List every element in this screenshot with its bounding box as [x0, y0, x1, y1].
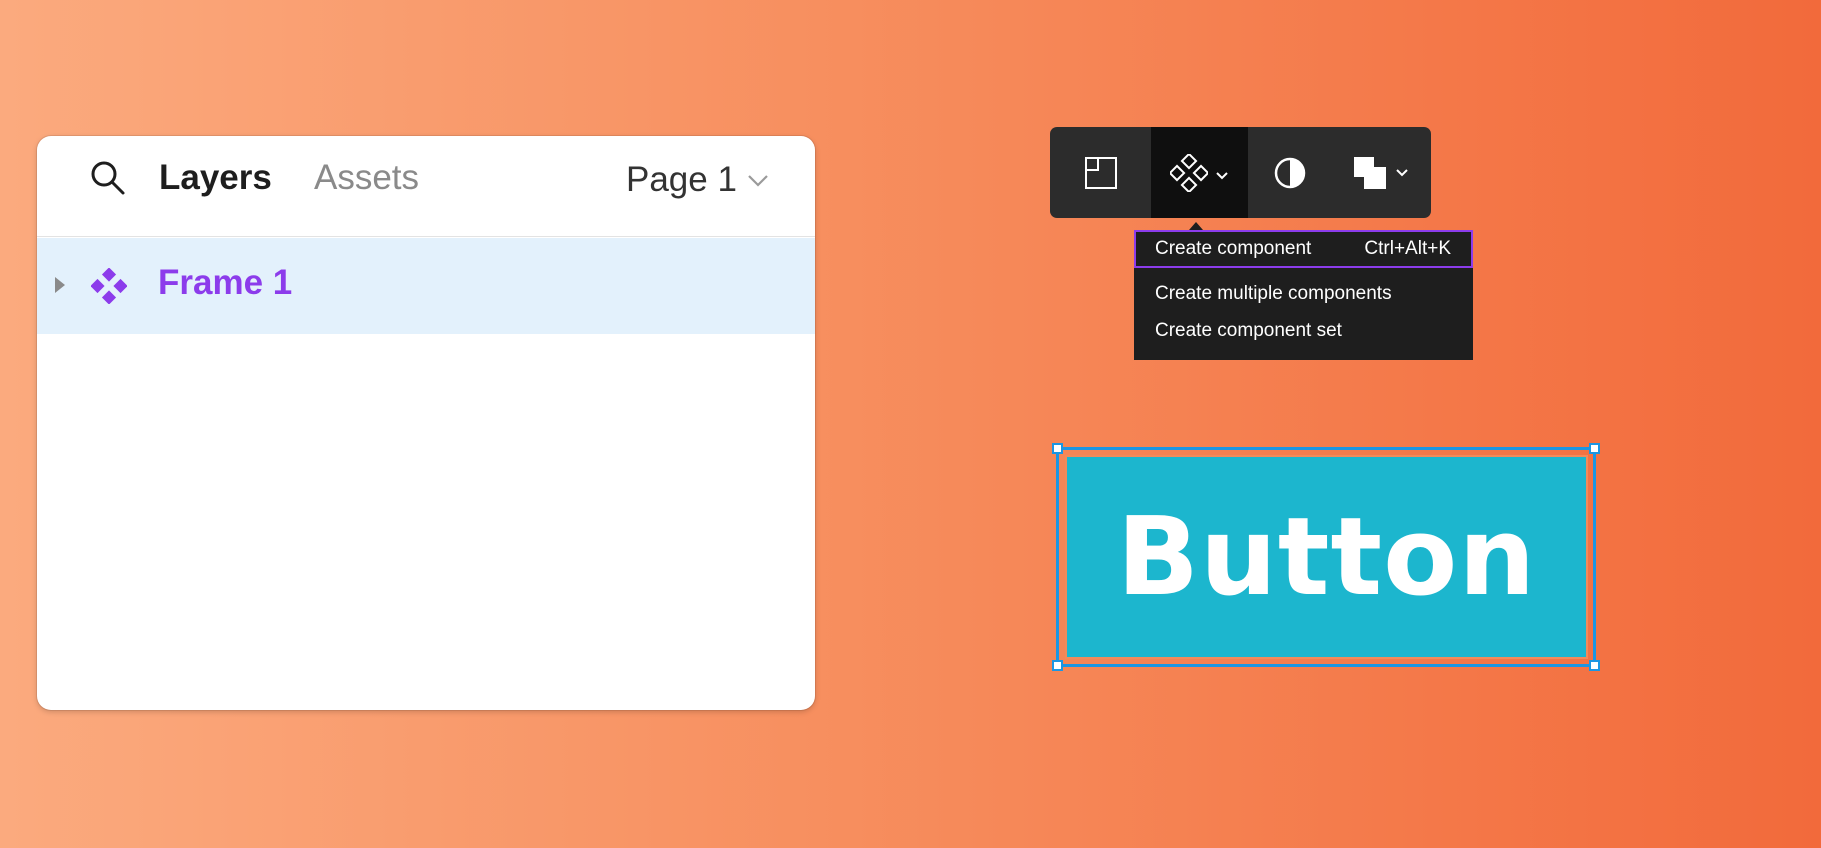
mask-tool-button[interactable]	[1248, 127, 1331, 218]
page-selector[interactable]: Page 1	[626, 158, 771, 202]
menu-item-create-multiple-components[interactable]: Create multiple components	[1134, 275, 1473, 313]
toolbar	[1050, 127, 1431, 218]
boolean-union-icon	[1354, 156, 1386, 189]
boolean-tool-button[interactable]	[1331, 127, 1431, 218]
menu-item-create-component[interactable]: Create component Ctrl+Alt+K	[1134, 230, 1473, 268]
canvas-button-label: Button	[1116, 494, 1537, 620]
expand-caret-icon[interactable]	[53, 274, 67, 296]
resize-handle[interactable]	[1052, 660, 1063, 671]
panel-header: Layers Assets Page 1	[37, 136, 815, 237]
tab-layers[interactable]: Layers	[159, 158, 272, 198]
menu-item-label: Create component	[1155, 238, 1312, 259]
chevron-down-icon	[1215, 171, 1228, 179]
menu-item-shortcut: Ctrl+Alt+K	[1364, 238, 1451, 259]
menu-item-create-component-set[interactable]: Create component set	[1134, 312, 1473, 350]
component-tool-button[interactable]	[1151, 127, 1248, 218]
component-icon	[91, 268, 127, 304]
layers-panel: Layers Assets Page 1 Frame 1	[37, 136, 815, 710]
chevron-down-icon	[748, 175, 768, 187]
tab-assets[interactable]: Assets	[314, 158, 419, 198]
frame-icon	[1084, 156, 1117, 189]
search-icon[interactable]	[87, 157, 127, 197]
canvas-button[interactable]: Button	[1065, 455, 1588, 659]
resize-handle[interactable]	[1052, 443, 1063, 454]
mask-icon	[1274, 157, 1305, 188]
component-menu: Create component Ctrl+Alt+K Create multi…	[1134, 230, 1473, 360]
component-icon	[1169, 153, 1208, 192]
chevron-down-icon	[1396, 168, 1408, 176]
menu-item-label: Create multiple components	[1155, 283, 1392, 304]
layer-name: Frame 1	[158, 263, 293, 302]
resize-handle[interactable]	[1589, 443, 1600, 454]
menu-caret	[1189, 222, 1203, 230]
page-selector-label: Page 1	[626, 160, 737, 199]
frame-tool-button[interactable]	[1050, 127, 1151, 218]
resize-handle[interactable]	[1589, 660, 1600, 671]
menu-item-label: Create component set	[1155, 320, 1342, 341]
layer-row-frame-1[interactable]: Frame 1	[37, 238, 815, 334]
